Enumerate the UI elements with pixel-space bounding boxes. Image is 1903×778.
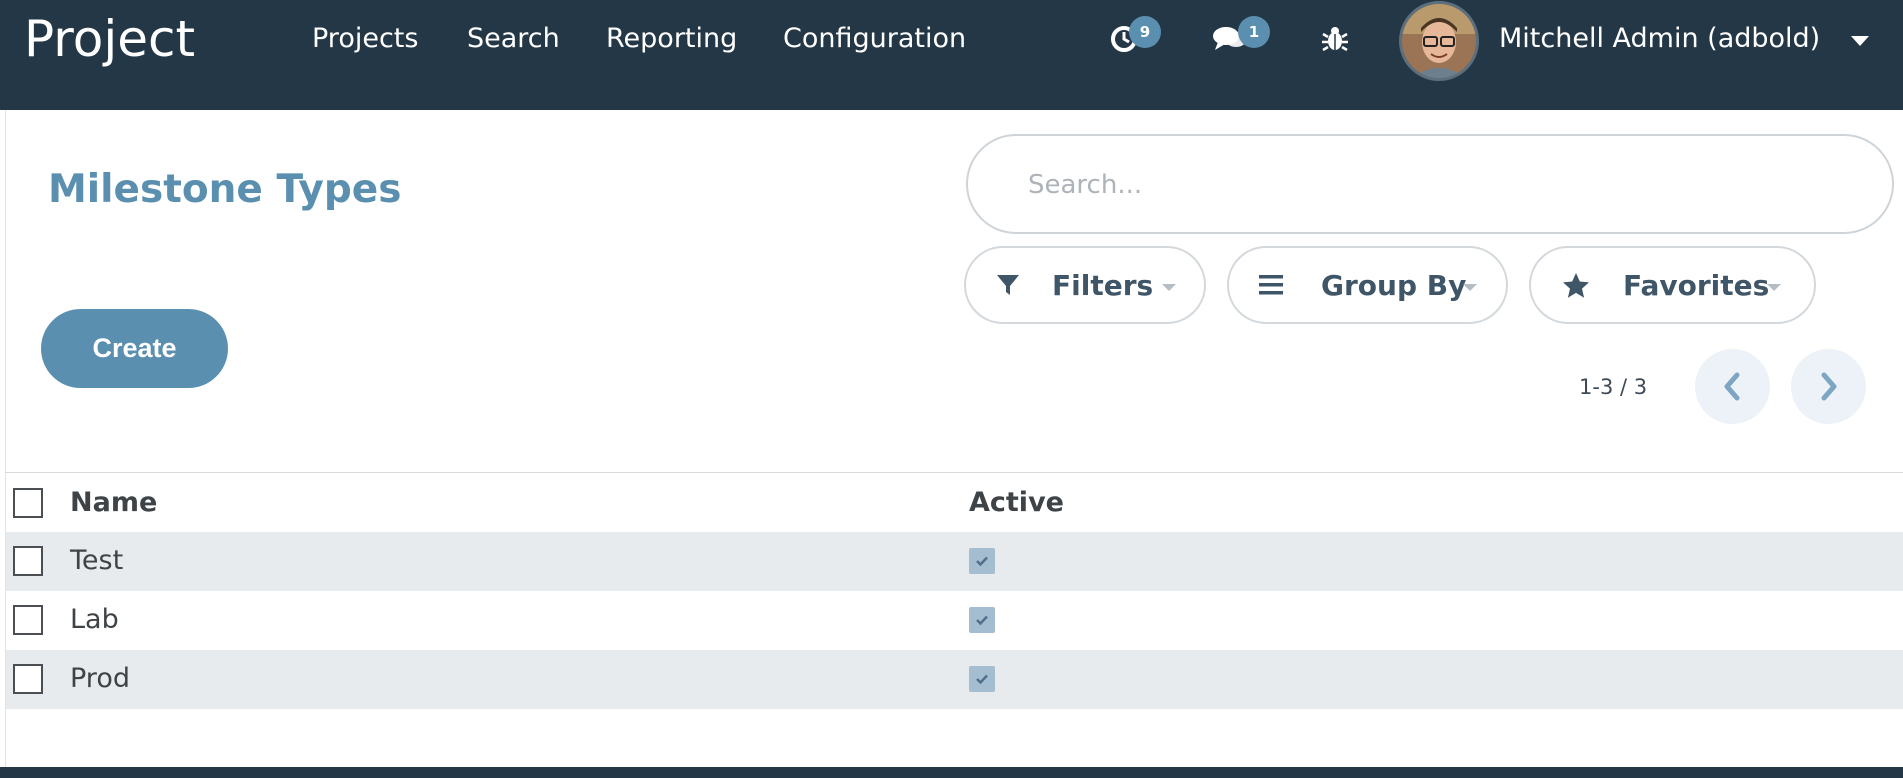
menu-search[interactable]: Search — [467, 22, 560, 56]
create-button[interactable]: Create — [41, 309, 228, 388]
check-icon — [976, 674, 988, 685]
groupby-label: Group By — [1321, 269, 1467, 302]
messages-button[interactable]: 1 — [1212, 16, 1284, 64]
active-checkbox — [969, 548, 995, 574]
menu-projects[interactable]: Projects — [312, 22, 418, 56]
row-select-checkbox[interactable] — [13, 546, 43, 576]
filter-icon — [997, 275, 1019, 295]
list-icon — [1259, 275, 1283, 295]
caret-down-icon[interactable] — [1851, 36, 1869, 46]
activity-count-badge: 9 — [1129, 16, 1161, 48]
search-input[interactable] — [1028, 166, 1848, 204]
select-all-checkbox[interactable] — [13, 488, 43, 518]
debug-button[interactable] — [1316, 16, 1356, 64]
active-checkbox — [969, 666, 995, 692]
check-icon — [976, 556, 988, 567]
pager-value[interactable]: 1-3 / 3 — [1579, 374, 1647, 400]
favorites-button[interactable]: Favorites — [1529, 246, 1816, 324]
main-content: Milestone Types Filters Group By Favorit… — [6, 110, 1903, 770]
row-select-checkbox[interactable] — [13, 664, 43, 694]
row-name: Prod — [70, 663, 130, 694]
bottom-bar — [0, 767, 1903, 778]
table-header: Name Active — [6, 472, 1903, 532]
row-select-checkbox[interactable] — [13, 605, 43, 635]
check-icon — [976, 615, 988, 626]
avatar-photo — [1402, 4, 1476, 78]
app-brand[interactable]: Project — [24, 12, 195, 66]
row-name: Lab — [70, 604, 119, 635]
table-row[interactable]: Prod — [6, 650, 1903, 709]
bug-icon — [1322, 27, 1348, 52]
chevron-left-icon — [1724, 372, 1740, 401]
column-header-active[interactable]: Active — [969, 486, 1064, 520]
star-icon — [1563, 273, 1589, 298]
menu-reporting[interactable]: Reporting — [606, 22, 737, 56]
column-header-name[interactable]: Name — [70, 486, 157, 520]
table-row[interactable]: Lab — [6, 591, 1903, 650]
chevron-down-icon — [1463, 284, 1477, 291]
search-box[interactable] — [966, 134, 1894, 234]
chevron-down-icon — [1162, 284, 1176, 291]
top-navbar: Project Projects Search Reporting Config… — [0, 0, 1903, 110]
user-avatar[interactable] — [1399, 1, 1479, 81]
favorites-label: Favorites — [1623, 269, 1770, 302]
chevron-right-icon — [1821, 372, 1837, 401]
activity-button[interactable]: 9 — [1105, 16, 1175, 64]
row-name: Test — [70, 545, 124, 576]
user-menu[interactable]: Mitchell Admin (adbold) — [1499, 22, 1820, 56]
table-row[interactable]: Test — [6, 532, 1903, 591]
pager-next-button[interactable] — [1791, 349, 1866, 424]
message-count-badge: 1 — [1238, 16, 1270, 48]
page-title: Milestone Types — [48, 167, 402, 212]
menu-configuration[interactable]: Configuration — [783, 22, 966, 56]
filters-label: Filters — [1052, 269, 1154, 302]
groupby-button[interactable]: Group By — [1227, 246, 1508, 324]
active-checkbox — [969, 607, 995, 633]
filters-button[interactable]: Filters — [964, 246, 1206, 324]
chevron-down-icon — [1767, 284, 1781, 291]
pager-previous-button[interactable] — [1695, 349, 1770, 424]
